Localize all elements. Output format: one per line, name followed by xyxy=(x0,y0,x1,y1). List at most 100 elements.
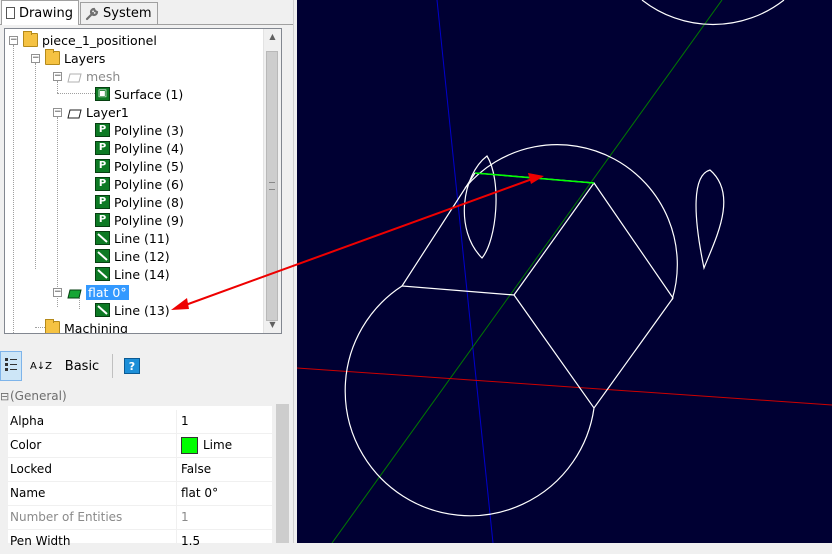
polyline-icon: P xyxy=(95,177,110,191)
selected-line[interactable] xyxy=(474,172,595,184)
property-row-name[interactable]: Name flat 0° xyxy=(8,482,272,506)
property-name: Alpha xyxy=(10,410,177,433)
property-row-locked[interactable]: Locked False xyxy=(8,458,272,482)
grid-margin xyxy=(0,406,8,543)
line-icon xyxy=(95,267,110,281)
tree-node-polyline[interactable]: P Polyline (9) xyxy=(95,211,184,229)
tree-node-polyline[interactable]: P Polyline (3) xyxy=(95,121,184,139)
y-axis xyxy=(436,0,494,543)
collapse-toggle[interactable]: − xyxy=(53,288,62,297)
tree-node-layers[interactable]: Layers xyxy=(45,49,105,67)
category-label: (General) xyxy=(10,389,67,403)
property-name: Name xyxy=(10,482,177,505)
tree-node-polyline[interactable]: P Polyline (5) xyxy=(95,157,184,175)
property-value[interactable]: Lime xyxy=(181,434,232,457)
tree-node-line[interactable]: Line (13) xyxy=(95,301,170,319)
tree-node-root[interactable]: piece_1_positionel xyxy=(23,31,157,49)
teardrop-right xyxy=(695,169,725,271)
grip-icon xyxy=(269,182,275,190)
collapse-toggle[interactable]: − xyxy=(31,54,40,63)
property-row-alpha[interactable]: Alpha 1 xyxy=(8,410,272,434)
property-name: Color xyxy=(10,434,177,457)
tree-node-line[interactable]: Line (14) xyxy=(95,265,170,283)
tree-node-label: Line (12) xyxy=(114,248,170,264)
categorized-button[interactable] xyxy=(0,351,22,381)
collapse-toggle[interactable]: − xyxy=(53,72,62,81)
tree-node-layer1[interactable]: Layer1 xyxy=(67,103,129,121)
tree-node-label: Line (13) xyxy=(114,302,170,318)
scroll-thumb[interactable] xyxy=(276,404,289,543)
alphabetical-button[interactable]: A↓Z xyxy=(28,351,54,381)
surface-icon: ▣ xyxy=(95,87,110,101)
tree-node-label: Layers xyxy=(64,50,106,66)
z-axis xyxy=(331,0,723,543)
tree-connector xyxy=(35,63,36,269)
tree-node-label: Polyline (9) xyxy=(114,212,184,228)
tree-node-flat[interactable]: flat 0° xyxy=(67,283,129,301)
tree-node-machining[interactable]: Machining xyxy=(45,319,128,333)
property-value[interactable]: False xyxy=(181,458,211,481)
tab-system[interactable]: System xyxy=(80,2,158,24)
value-text: flat 0° xyxy=(181,486,219,500)
property-grid-scrollbar[interactable] xyxy=(272,386,293,543)
tree-connector xyxy=(57,117,58,307)
tree-node-label: mesh xyxy=(86,68,121,84)
cube-outline xyxy=(400,172,674,410)
tree-node-line[interactable]: Line (11) xyxy=(95,229,170,247)
scroll-thumb[interactable] xyxy=(266,51,278,321)
collapse-icon[interactable]: ⊟ xyxy=(0,390,10,403)
help-button[interactable]: ? xyxy=(123,351,141,381)
tree-node-polyline[interactable]: P Polyline (4) xyxy=(95,139,184,157)
scroll-down-arrow-icon[interactable]: ▼ xyxy=(264,317,281,333)
tree-node-label: Polyline (8) xyxy=(114,194,184,210)
tree-node-line[interactable]: Line (12) xyxy=(95,247,170,265)
tree-node-label: Polyline (6) xyxy=(114,176,184,192)
property-name: Locked xyxy=(10,458,177,481)
basic-button[interactable]: Basic xyxy=(60,351,104,381)
layer-icon xyxy=(67,287,82,299)
tree-node-surface[interactable]: ▣ Surface (1) xyxy=(95,85,183,103)
tree-node-label: Layer1 xyxy=(86,104,129,120)
tree-node-label: Surface (1) xyxy=(114,86,184,102)
property-row-color[interactable]: Color Lime xyxy=(8,434,272,458)
property-value[interactable]: 1 xyxy=(181,410,189,433)
tree-connector xyxy=(57,93,95,94)
cube-edge xyxy=(513,182,595,296)
collapse-toggle[interactable]: − xyxy=(9,36,18,45)
viewport-canvas[interactable] xyxy=(297,0,832,543)
panel-splitter[interactable] xyxy=(0,342,293,346)
layer-icon xyxy=(67,107,82,119)
tree-scrollbar[interactable]: ▲ ▼ xyxy=(263,29,281,333)
tab-drawing[interactable]: Drawing xyxy=(1,0,79,25)
categorized-icon xyxy=(4,357,18,375)
folder-icon xyxy=(23,31,38,47)
document-icon xyxy=(6,7,15,19)
tab-drawing-label: Drawing xyxy=(18,5,73,21)
sort-alpha-icon: A↓Z xyxy=(29,360,53,372)
teardrop-left xyxy=(463,155,497,259)
property-name: Pen Width xyxy=(10,530,177,553)
polyline-icon: P xyxy=(95,159,110,173)
tree-node-polyline[interactable]: P Polyline (8) xyxy=(95,193,184,211)
tree-node-label: Line (11) xyxy=(114,230,170,246)
upper-circle-arc xyxy=(464,144,678,301)
property-value: 1 xyxy=(181,506,189,529)
scroll-up-arrow-icon[interactable]: ▲ xyxy=(264,29,281,45)
value-text: 1 xyxy=(181,414,189,428)
drawing-tree[interactable]: − piece_1_positionel − Layers − mesh ▣ S… xyxy=(4,28,282,334)
polyline-icon: P xyxy=(95,213,110,227)
tree-node-mesh[interactable]: mesh xyxy=(67,67,120,85)
collapse-toggle[interactable]: − xyxy=(53,108,62,117)
tree-node-polyline[interactable]: P Polyline (6) xyxy=(95,175,184,193)
drawing-viewport[interactable] xyxy=(297,0,832,543)
property-value[interactable]: flat 0° xyxy=(181,482,218,505)
value-text: Lime xyxy=(203,438,233,452)
category-row[interactable]: ⊟ (General) xyxy=(0,386,272,406)
property-row-pen-width[interactable]: Pen Width 1.5 xyxy=(8,530,272,554)
tree-connector xyxy=(13,45,14,333)
property-value[interactable]: 1.5 xyxy=(181,530,200,553)
value-text: 1.5 xyxy=(181,534,201,548)
property-grid[interactable]: ⊟ (General) Alpha 1 Color Lime Locked Fa… xyxy=(0,386,293,554)
panel-tabs: Drawing System xyxy=(0,0,293,25)
line-icon xyxy=(95,231,110,245)
